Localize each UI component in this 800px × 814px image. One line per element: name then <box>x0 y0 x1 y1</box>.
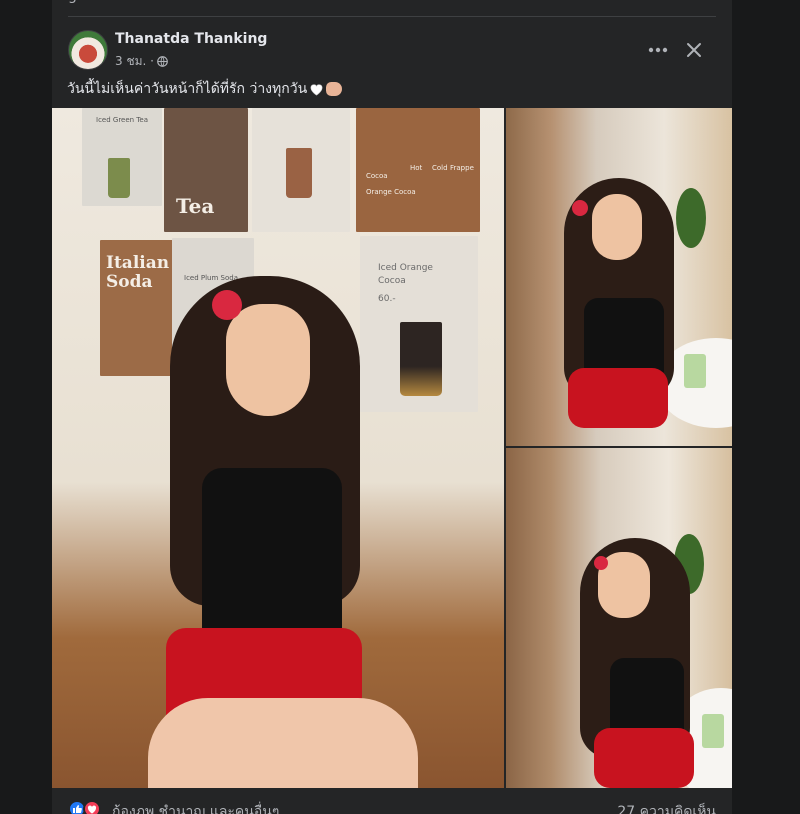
poster-italian-soda: Italian Soda <box>100 240 176 376</box>
globe-icon[interactable] <box>157 56 168 67</box>
photo-bottom-right[interactable] <box>506 448 732 788</box>
more-options-button[interactable] <box>644 36 672 64</box>
post-meta: 3 ชม. · <box>115 52 168 71</box>
post-header: Thanatda Thanking 3 ชม. · <box>68 30 716 70</box>
flower-icon <box>212 290 242 320</box>
caption-text: วันนี้ไม่เห็นค่าวันหน้าก็ได้ที่รัก ว่างท… <box>67 81 308 97</box>
person-skirt <box>594 728 694 788</box>
close-icon <box>687 43 701 57</box>
author-name[interactable]: Thanatda Thanking <box>115 31 267 47</box>
post-time[interactable]: 3 ชม. · <box>115 52 154 71</box>
poster-orange-cocoa: Iced Orange Cocoa 60.- <box>360 236 478 412</box>
pointing-hand-icon <box>326 82 343 96</box>
close-button[interactable] <box>680 36 708 64</box>
photo-grid: Iced Green Tea Tea Cocoa Orange Cocoa Ho… <box>52 108 732 788</box>
drink-cup <box>702 714 724 748</box>
drink-cup <box>684 354 706 388</box>
white-heart-icon <box>310 83 323 95</box>
love-icon[interactable] <box>83 800 101 814</box>
poster-cocoa-cup <box>252 108 350 232</box>
photo-main[interactable]: Iced Green Tea Tea Cocoa Orange Cocoa Ho… <box>52 108 504 788</box>
drink-cup <box>286 148 312 198</box>
poster-cocoa-price: Cocoa Orange Cocoa Hot Cold Frappe <box>356 108 480 232</box>
person-face <box>226 304 310 416</box>
reactors-text[interactable]: ก้องภพ ชำนาญ และคนอื่นๆ <box>112 801 279 814</box>
flower-icon <box>594 556 608 570</box>
divider <box>68 16 716 17</box>
more-icon <box>648 47 668 53</box>
avatar[interactable] <box>68 30 108 70</box>
previous-post-text: g <box>68 0 77 4</box>
drink-cup <box>108 158 130 198</box>
person-skirt <box>568 368 668 428</box>
flower-icon <box>572 200 588 216</box>
poster-tea: Tea <box>164 108 248 232</box>
poster-green-tea: Iced Green Tea <box>82 108 162 206</box>
post-caption: วันนี้ไม่เห็นค่าวันหน้าก็ได้ที่รัก ว่างท… <box>67 78 343 100</box>
person-legs <box>148 698 418 788</box>
person-face <box>592 194 642 260</box>
photo-top-right[interactable] <box>506 108 732 446</box>
drink-cup <box>400 322 442 396</box>
plant <box>676 188 706 248</box>
post-card: g Thanatda Thanking 3 ชม. · วันนี้ไม่เห็… <box>52 0 732 814</box>
reactions-bar: ก้องภพ ชำนาญ และคนอื่นๆ 27 ความคิดเห็น <box>68 798 716 814</box>
comments-count[interactable]: 27 ความคิดเห็น <box>617 801 716 814</box>
